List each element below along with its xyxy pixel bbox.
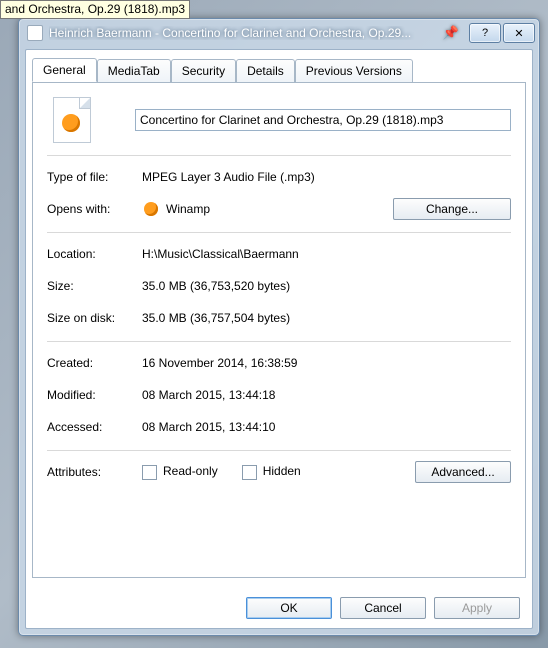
winamp-icon (142, 200, 160, 218)
file-type-icon (53, 97, 91, 143)
system-buttons: ? ✕ (469, 23, 535, 43)
label-opens-with: Opens with: (47, 202, 142, 216)
label-created: Created: (47, 356, 142, 370)
label-size-on-disk: Size on disk: (47, 311, 142, 325)
cancel-button[interactable]: Cancel (340, 597, 426, 619)
label-type: Type of file: (47, 170, 142, 184)
properties-window: Heinrich Baermann - Concertino for Clari… (18, 18, 540, 636)
value-created: 16 November 2014, 16:38:59 (142, 356, 511, 370)
separator (47, 450, 511, 451)
tab-previous-versions[interactable]: Previous Versions (295, 59, 413, 83)
titlebar[interactable]: Heinrich Baermann - Concertino for Clari… (19, 19, 539, 47)
hidden-label: Hidden (263, 464, 301, 478)
value-opens-with: Winamp (166, 202, 393, 216)
tab-details[interactable]: Details (236, 59, 295, 83)
hidden-checkbox[interactable]: Hidden (242, 464, 301, 479)
value-size: 35.0 MB (36,753,520 bytes) (142, 279, 511, 293)
separator (47, 341, 511, 342)
general-panel: Type of file: MPEG Layer 3 Audio File (.… (32, 82, 526, 578)
readonly-checkbox[interactable]: Read-only (142, 464, 218, 479)
tab-security[interactable]: Security (171, 59, 236, 83)
apply-button[interactable]: Apply (434, 597, 520, 619)
readonly-label: Read-only (163, 464, 218, 478)
dialog-buttons: OK Cancel Apply (26, 588, 532, 628)
value-modified: 08 March 2015, 13:44:18 (142, 388, 511, 402)
label-accessed: Accessed: (47, 420, 142, 434)
change-button[interactable]: Change... (393, 198, 511, 220)
value-size-on-disk: 35.0 MB (36,757,504 bytes) (142, 311, 511, 325)
value-accessed: 08 March 2015, 13:44:10 (142, 420, 511, 434)
ok-button[interactable]: OK (246, 597, 332, 619)
tab-strip: General MediaTab Security Details Previo… (26, 50, 532, 82)
value-location: H:\Music\Classical\Baermann (142, 247, 511, 261)
pin-icon[interactable]: 📌 (439, 24, 463, 42)
tab-general[interactable]: General (32, 58, 97, 82)
client-area: General MediaTab Security Details Previo… (25, 49, 533, 629)
separator (47, 155, 511, 156)
label-attributes: Attributes: (47, 465, 142, 479)
label-modified: Modified: (47, 388, 142, 402)
advanced-button[interactable]: Advanced... (415, 461, 511, 483)
value-type: MPEG Layer 3 Audio File (.mp3) (142, 170, 511, 184)
title-file-icon (27, 25, 43, 41)
filename-input[interactable] (135, 109, 511, 131)
label-size: Size: (47, 279, 142, 293)
tab-mediatab[interactable]: MediaTab (97, 59, 171, 83)
window-title: Heinrich Baermann - Concertino for Clari… (49, 26, 433, 40)
help-button[interactable]: ? (469, 23, 501, 43)
close-button[interactable]: ✕ (503, 23, 535, 43)
separator (47, 232, 511, 233)
filename-tooltip: and Orchestra, Op.29 (1818).mp3 (0, 0, 190, 19)
label-location: Location: (47, 247, 142, 261)
